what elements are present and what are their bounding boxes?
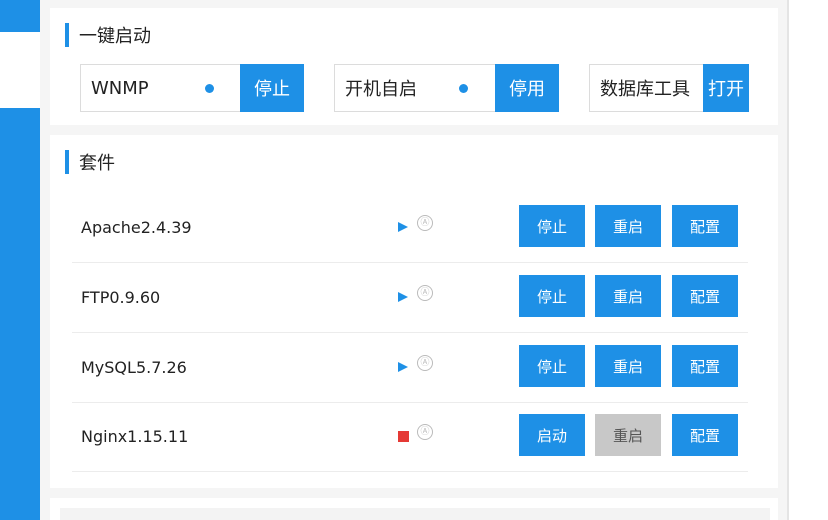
wnmp-stop-button[interactable]: 停止 [240,64,304,112]
autostart-control: 开机自启 停用 [334,64,559,112]
wnmp-status-field: WNMP [80,64,240,112]
restart-button[interactable]: 重启 [595,414,661,456]
restart-button[interactable]: 重启 [595,345,661,387]
service-name: FTP0.9.60 [81,288,161,307]
left-nav-rail [0,0,40,520]
status-dot-icon [459,84,468,93]
wnmp-label: WNMP [91,77,149,99]
db-tool-open-button[interactable]: 打开 [703,64,749,112]
autostart-icon[interactable]: Ⓐ [417,355,433,371]
suite-row-ftp: FTP0.9.60 Ⓐ 停止 重启 配置 [72,263,748,333]
restart-button[interactable]: 重启 [595,275,661,317]
scrollbar-track[interactable] [789,0,828,520]
stop-icon [398,431,409,442]
left-nav-active-item[interactable] [0,32,40,108]
autostart-icon[interactable]: Ⓐ [417,285,433,301]
start-button[interactable]: 启动 [519,414,585,456]
config-button[interactable]: 配置 [672,414,738,456]
play-icon [398,222,408,232]
suite-title: 套件 [79,153,115,174]
quick-start-title: 一键启动 [79,26,151,47]
autostart-label: 开机自启 [345,79,417,100]
suite-row-apache: Apache2.4.39 Ⓐ 停止 重启 配置 [72,193,748,263]
stop-button[interactable]: 停止 [519,275,585,317]
db-tool-field: 数据库工具 [589,64,703,112]
stop-button[interactable]: 停止 [519,345,585,387]
status-dot-icon [205,84,214,93]
suite-heading: 套件 [65,150,115,174]
suite-panel: 套件 Apache2.4.39 Ⓐ 停止 重启 配置 FTP0.9.60 Ⓐ 停… [50,135,778,488]
autostart-icon[interactable]: Ⓐ [417,424,433,440]
play-icon [398,292,408,302]
heading-accent-bar [65,23,69,47]
config-button[interactable]: 配置 [672,275,738,317]
autostart-icon[interactable]: Ⓐ [417,215,433,231]
config-button[interactable]: 配置 [672,345,738,387]
db-tool-control: 数据库工具 打开 [589,64,749,112]
wnmp-control: WNMP 停止 [80,64,304,112]
config-button[interactable]: 配置 [672,205,738,247]
stop-button[interactable]: 停止 [519,205,585,247]
next-panel-content [60,508,770,520]
heading-accent-bar [65,150,69,174]
next-panel-partial [50,498,778,520]
autostart-disable-button[interactable]: 停用 [495,64,559,112]
autostart-status-field: 开机自启 [334,64,495,112]
service-name: MySQL5.7.26 [81,358,187,377]
db-tool-label: 数据库工具 [600,79,690,100]
service-name: Apache2.4.39 [81,218,192,237]
play-icon [398,362,408,372]
service-name: Nginx1.15.11 [81,427,189,446]
restart-button[interactable]: 重启 [595,205,661,247]
quick-start-panel: 一键启动 WNMP 停止 开机自启 停用 数据库工具 打开 [50,8,778,125]
suite-row-mysql: MySQL5.7.26 Ⓐ 停止 重启 配置 [72,333,748,403]
suite-row-nginx: Nginx1.15.11 Ⓐ 启动 重启 配置 [72,402,748,472]
quick-start-heading: 一键启动 [65,23,151,47]
